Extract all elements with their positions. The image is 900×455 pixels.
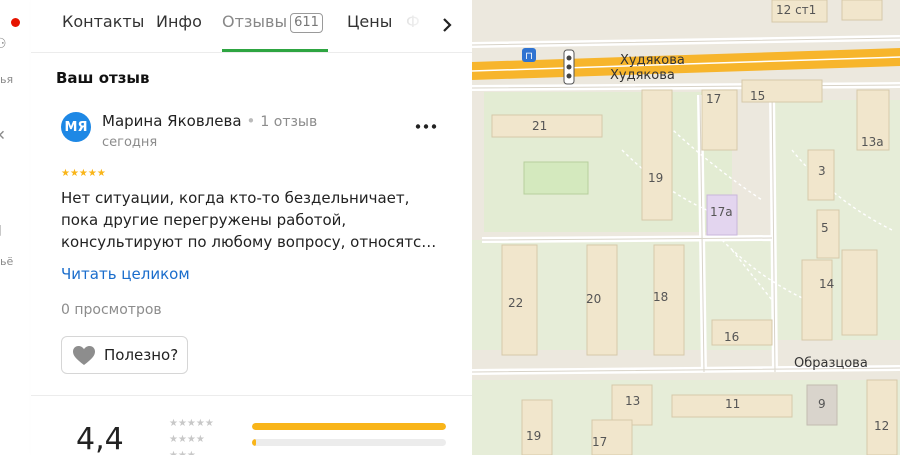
section-title: Ваш отзыв — [56, 69, 150, 87]
house-number: 21 — [532, 119, 547, 133]
distribution-stars: ★★★ — [169, 450, 196, 455]
tab-label: Отзывы — [222, 12, 288, 31]
house-number: 12 — [874, 419, 889, 433]
bookmark-icon[interactable]: ▯ — [0, 222, 2, 238]
divider — [31, 395, 472, 396]
house-number: 14 — [819, 277, 834, 291]
house-number: 17а — [710, 205, 733, 219]
review-text: Нет ситуации, когда кто-то бездельничает… — [61, 187, 449, 253]
traffic-light-lamp — [566, 73, 572, 79]
tab-label: Цены — [347, 12, 393, 31]
more-options-button[interactable] — [414, 118, 438, 134]
rail-caption-2: ьё — [0, 255, 14, 268]
separator-dot: • — [246, 112, 256, 130]
heart-icon — [72, 345, 96, 366]
review-author: Марина Яковлева • 1 отзыв — [102, 112, 317, 130]
house-number: 3 — [818, 164, 826, 178]
house-number: 11 — [725, 397, 740, 411]
more-dots-icon — [415, 123, 437, 129]
org-card-panel: Контакты Инфо Отзывы611 Цены Ф Ваш отзыв… — [31, 0, 472, 455]
tab-info[interactable]: Инфо — [156, 12, 202, 31]
tab-bar: Контакты Инфо Отзывы611 Цены Ф — [31, 0, 472, 53]
traffic-light-lamp — [566, 64, 572, 70]
house-number: 17 — [706, 92, 721, 106]
rail-caption-1: ья — [0, 73, 14, 86]
house-number: 9 — [818, 397, 826, 411]
map-view[interactable]: ⊓ Худякова Худякова Образцова 12 ст1 17 … — [472, 0, 900, 455]
house-number: 17 — [592, 435, 607, 449]
house-number: 19 — [526, 429, 541, 443]
tab-fade-mask — [391, 0, 436, 50]
tab-reviews[interactable]: Отзывы 611 — [222, 12, 323, 33]
house-number: 22 — [508, 296, 523, 310]
tab-label: Инфо — [156, 12, 202, 31]
tab-prices[interactable]: Цены — [347, 12, 392, 31]
house-number: 16 — [724, 330, 739, 344]
author-review-count: 1 отзыв — [260, 114, 318, 130]
review-date: сегодня — [102, 135, 158, 150]
read-more-link[interactable]: Читать целиком — [61, 265, 190, 283]
map-canvas[interactable]: ⊓ Худякова Худякова Образцова 12 ст1 17 … — [472, 0, 900, 455]
distribution-stars: ★★★★ — [169, 434, 205, 445]
distribution-stars: ★★★★★ — [169, 418, 214, 429]
house-number: 15 — [750, 89, 765, 103]
active-tab-indicator — [222, 49, 328, 52]
views-count: 0 просмотров — [61, 302, 162, 318]
useful-button[interactable]: Полезно? — [61, 336, 188, 374]
street-label: Худякова — [610, 68, 675, 83]
close-icon[interactable]: ✕ — [0, 128, 6, 144]
avatar[interactable]: МЯ — [61, 112, 91, 142]
distribution-bar-fill — [252, 423, 446, 430]
house-number: 5 — [821, 221, 829, 235]
author-name[interactable]: Марина Яковлева — [102, 112, 242, 130]
useful-label: Полезно? — [104, 346, 179, 364]
street-label: Худякова — [620, 53, 685, 68]
reviews-count-badge: 611 — [290, 13, 323, 33]
chevron-right-icon — [443, 18, 452, 32]
average-rating: 4,4 — [76, 422, 124, 455]
house-number: 12 ст1 — [776, 3, 816, 17]
house-number: 18 — [653, 290, 668, 304]
house-number: 20 — [586, 292, 601, 306]
house-number: 13а — [861, 135, 884, 149]
review-rating-stars: ★★★★★ — [61, 168, 106, 179]
route-icon[interactable]: ⚇ — [0, 36, 7, 52]
review-text-line: пока другие перегружены работой, — [61, 211, 347, 229]
notification-dot — [11, 18, 20, 27]
distribution-bar — [252, 439, 446, 446]
house-number: 19 — [648, 171, 663, 185]
street-label: Образцова — [794, 356, 868, 371]
tab-label: Контакты — [62, 12, 145, 31]
traffic-light-lamp — [566, 55, 572, 61]
tabs-next-button[interactable] — [434, 12, 460, 38]
left-rail: ⚇ ья ✕ ı ▯ ьё — [0, 0, 32, 455]
distribution-bar — [252, 423, 446, 430]
review-text-line: Нет ситуации, когда кто-то бездельничает… — [61, 189, 410, 207]
distribution-bar-fill — [252, 439, 256, 446]
bus-stop-glyph: ⊓ — [525, 51, 533, 62]
review-text-line: консультируют по любому вопросу, относят… — [61, 233, 437, 251]
house-number: 13 — [625, 394, 640, 408]
tab-contacts[interactable]: Контакты — [62, 12, 144, 31]
